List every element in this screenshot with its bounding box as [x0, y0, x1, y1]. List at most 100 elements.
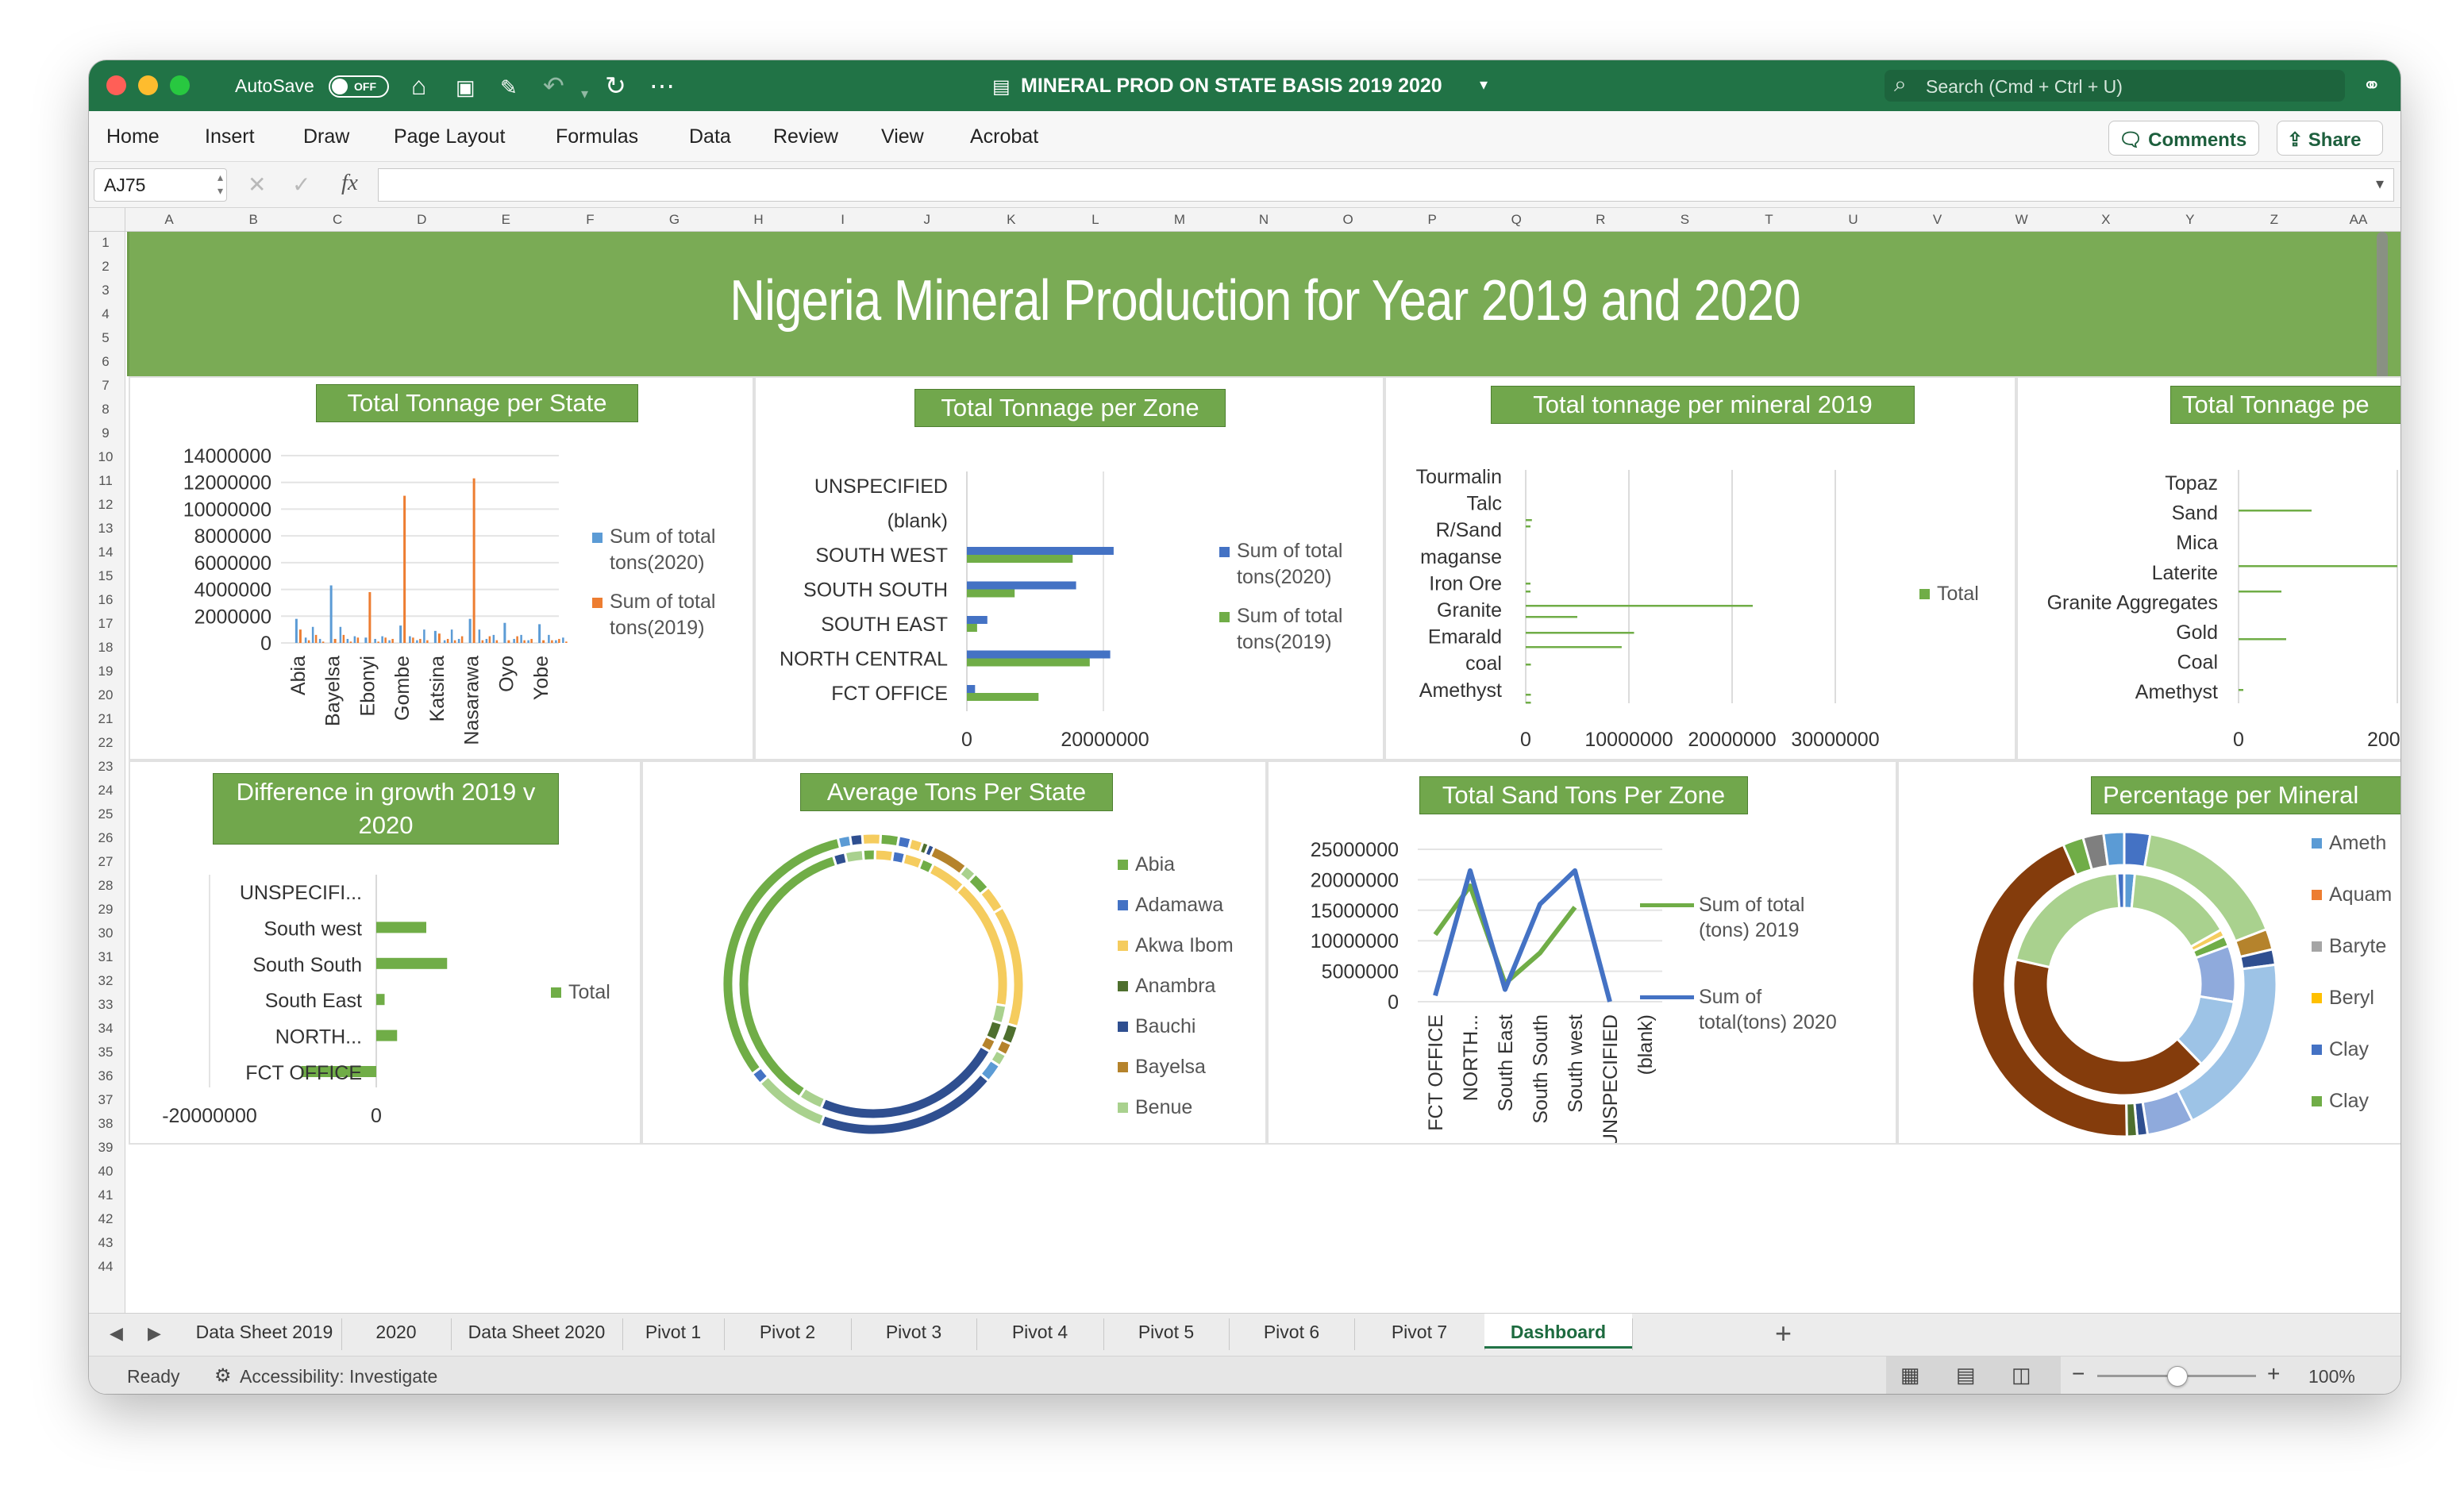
confirm-formula-icon[interactable]: ✓: [292, 171, 310, 198]
row-header[interactable]: 2: [89, 259, 122, 275]
insert-function-icon[interactable]: fx: [341, 170, 358, 196]
name-box-stepper-icon[interactable]: ▴ ▾: [218, 171, 223, 198]
save-icon[interactable]: ▣: [456, 71, 475, 103]
column-header[interactable]: F: [578, 212, 602, 228]
zoom-slider-knob[interactable]: [2167, 1366, 2188, 1387]
close-window-button[interactable]: [106, 75, 126, 95]
maximize-window-button[interactable]: [170, 75, 190, 95]
row-header[interactable]: 14: [89, 545, 122, 560]
redo-icon[interactable]: ↻: [605, 70, 626, 102]
column-header[interactable]: D: [410, 212, 433, 228]
expand-formula-icon[interactable]: ▾: [2376, 174, 2384, 194]
column-header[interactable]: AA: [2347, 212, 2370, 228]
column-header[interactable]: U: [1842, 212, 1865, 228]
row-header[interactable]: 44: [89, 1259, 122, 1275]
chart-average-tons-per-state[interactable]: Average Tons Per State Abia Adamawa Akwa I…: [641, 760, 1267, 1145]
page-layout-view-icon[interactable]: ▤: [1956, 1363, 1976, 1387]
row-header[interactable]: 15: [89, 568, 122, 584]
title-chevron-down-icon[interactable]: ▾: [1480, 75, 1488, 94]
cancel-formula-icon[interactable]: ✕: [248, 171, 266, 198]
row-header[interactable]: 38: [89, 1116, 122, 1132]
name-box[interactable]: AJ75 ▴ ▾: [94, 168, 227, 202]
column-header[interactable]: Z: [2262, 212, 2286, 228]
column-header[interactable]: C: [325, 212, 349, 228]
column-header[interactable]: B: [241, 212, 265, 228]
tab-page-layout[interactable]: Page Layout: [394, 125, 505, 148]
add-sheet-icon[interactable]: +: [1775, 1317, 1792, 1350]
search-box[interactable]: ⌕ Search (Cmd + Ctrl + U): [1885, 70, 2345, 102]
sheet-tab[interactable]: Pivot 6: [1229, 1322, 1354, 1343]
row-header[interactable]: 42: [89, 1211, 122, 1227]
zoom-level[interactable]: 100%: [2308, 1366, 2355, 1387]
home-icon[interactable]: ⌂: [411, 70, 426, 102]
tab-home[interactable]: Home: [106, 125, 160, 148]
row-header[interactable]: 35: [89, 1045, 122, 1060]
column-header[interactable]: Q: [1504, 212, 1528, 228]
select-all-corner[interactable]: [89, 208, 125, 232]
row-header[interactable]: 37: [89, 1092, 122, 1108]
tab-view[interactable]: View: [881, 125, 924, 148]
row-header[interactable]: 8: [89, 402, 122, 418]
row-header[interactable]: 17: [89, 616, 122, 632]
minimize-window-button[interactable]: [138, 75, 158, 95]
column-header[interactable]: W: [2010, 212, 2034, 228]
column-header[interactable]: J: [915, 212, 939, 228]
row-header[interactable]: 13: [89, 521, 122, 537]
zoom-out-icon[interactable]: −: [2072, 1361, 2085, 1387]
row-header[interactable]: 24: [89, 783, 122, 799]
row-header[interactable]: 20: [89, 687, 122, 703]
row-header[interactable]: 36: [89, 1068, 122, 1084]
accessibility-status[interactable]: Accessibility: Investigate: [240, 1366, 437, 1387]
row-header[interactable]: 3: [89, 283, 122, 298]
row-header[interactable]: 26: [89, 830, 122, 846]
tab-formulas[interactable]: Formulas: [556, 125, 638, 148]
column-header[interactable]: T: [1757, 212, 1781, 228]
row-header[interactable]: 11: [89, 473, 122, 489]
sheet-tab[interactable]: Pivot 5: [1103, 1322, 1229, 1343]
page-break-view-icon[interactable]: ◫: [2012, 1363, 2031, 1387]
tab-insert[interactable]: Insert: [205, 125, 255, 148]
column-header[interactable]: X: [2094, 212, 2118, 228]
row-header[interactable]: 16: [89, 592, 122, 608]
worksheet-grid[interactable]: Nigeria Mineral Production for Year 2019…: [127, 232, 2400, 1375]
column-header[interactable]: L: [1084, 212, 1107, 228]
tab-draw[interactable]: Draw: [303, 125, 349, 148]
column-header[interactable]: S: [1673, 212, 1696, 228]
more-icon[interactable]: ⋯: [649, 70, 675, 102]
row-header[interactable]: 32: [89, 973, 122, 989]
sheet-tab[interactable]: Pivot 3: [851, 1322, 976, 1343]
row-header[interactable]: 29: [89, 902, 122, 918]
row-header[interactable]: 12: [89, 497, 122, 513]
sheet-tab[interactable]: Pivot 2: [724, 1322, 851, 1343]
row-header[interactable]: 28: [89, 878, 122, 894]
zoom-in-icon[interactable]: +: [2267, 1361, 2280, 1387]
sheet-tab[interactable]: Pivot 7: [1354, 1322, 1484, 1343]
column-header[interactable]: Y: [2178, 212, 2202, 228]
chart-total-sand-tons-per-zone[interactable]: Total Sand Tons Per Zone 25000000 2000000…: [1267, 760, 1897, 1145]
column-header[interactable]: V: [1926, 212, 1950, 228]
share-button[interactable]: ⇪ Share: [2277, 121, 2383, 156]
formula-input[interactable]: ▾: [378, 168, 2394, 202]
row-header[interactable]: 39: [89, 1140, 122, 1156]
row-header[interactable]: 5: [89, 330, 122, 346]
column-header[interactable]: K: [999, 212, 1023, 228]
undo-icon[interactable]: ↶: [543, 70, 564, 102]
row-header[interactable]: 43: [89, 1235, 122, 1251]
column-header[interactable]: P: [1420, 212, 1444, 228]
row-header[interactable]: 34: [89, 1021, 122, 1037]
column-header[interactable]: I: [831, 212, 855, 228]
document-title[interactable]: MINERAL PROD ON STATE BASIS 2019 2020: [1021, 75, 1442, 98]
row-header[interactable]: 4: [89, 306, 122, 322]
row-header[interactable]: 33: [89, 997, 122, 1013]
row-header[interactable]: 1: [89, 235, 122, 251]
row-header[interactable]: 40: [89, 1164, 122, 1180]
row-header[interactable]: 31: [89, 949, 122, 965]
column-header[interactable]: A: [157, 212, 181, 228]
tab-acrobat[interactable]: Acrobat: [970, 125, 1038, 148]
row-header[interactable]: 10: [89, 449, 122, 465]
account-icon[interactable]: ⚭: [2362, 70, 2381, 102]
sheet-tab[interactable]: Data Sheet 2020: [451, 1322, 622, 1343]
accessibility-icon[interactable]: ⚙: [214, 1364, 232, 1387]
column-header[interactable]: G: [662, 212, 686, 228]
row-header[interactable]: 41: [89, 1187, 122, 1203]
